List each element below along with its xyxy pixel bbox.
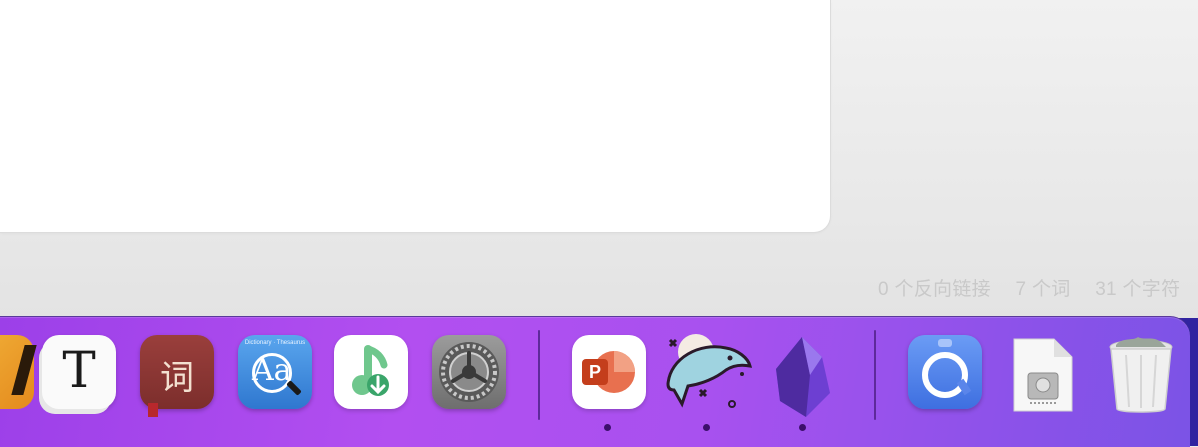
obsidian-graphic	[776, 337, 830, 417]
editor-page[interactable]	[0, 0, 830, 232]
word-count[interactable]: 7 个词	[1016, 279, 1071, 300]
gear-icon[interactable]	[432, 335, 506, 409]
obsidian-icon[interactable]	[766, 335, 840, 417]
running-indicator	[604, 424, 611, 431]
magnifier-handle	[286, 380, 302, 396]
dolphin-icon[interactable]	[660, 328, 754, 408]
backup-graphic	[922, 339, 972, 398]
char-count[interactable]: 31 个字符	[1095, 279, 1180, 300]
magnifier-lens	[252, 353, 292, 393]
powerpoint-letter: P	[589, 362, 601, 382]
dock-separator	[874, 330, 876, 420]
backlinks-count[interactable]: 0 个反向链接	[878, 279, 991, 300]
music-download-icon[interactable]	[334, 335, 408, 409]
status-bar: 0 个反向链接 7 个词 31 个字符	[878, 274, 1198, 301]
partial-app-icon[interactable]	[0, 335, 37, 409]
ci-dictionary-icon[interactable]: 词	[140, 335, 214, 417]
powerpoint-icon[interactable]: P	[572, 335, 646, 409]
ci-glyph: 词	[160, 358, 194, 398]
dictionary-caption: Dictionary · Thesaurus	[244, 340, 306, 346]
bookmark-ribbon	[148, 403, 158, 417]
backup-icon[interactable]	[908, 335, 982, 409]
running-indicator	[703, 424, 710, 431]
disk-document-icon[interactable]	[1006, 335, 1080, 412]
dock-separator	[538, 330, 540, 420]
disk-document-graphic	[1013, 338, 1073, 412]
music-note-icon	[352, 345, 389, 396]
trash-icon[interactable]	[1104, 335, 1178, 413]
typora-icon[interactable]: T	[42, 335, 116, 409]
trash-graphic	[1109, 337, 1173, 413]
settings-gear-graphic	[439, 342, 499, 402]
running-indicator	[799, 424, 806, 431]
dolphin-graphic	[666, 334, 753, 408]
typora-glyph: T	[62, 341, 96, 399]
powerpoint-graphic: P	[582, 351, 635, 393]
dictionary-icon[interactable]: Dictionary · Thesaurus Aa	[238, 335, 312, 409]
